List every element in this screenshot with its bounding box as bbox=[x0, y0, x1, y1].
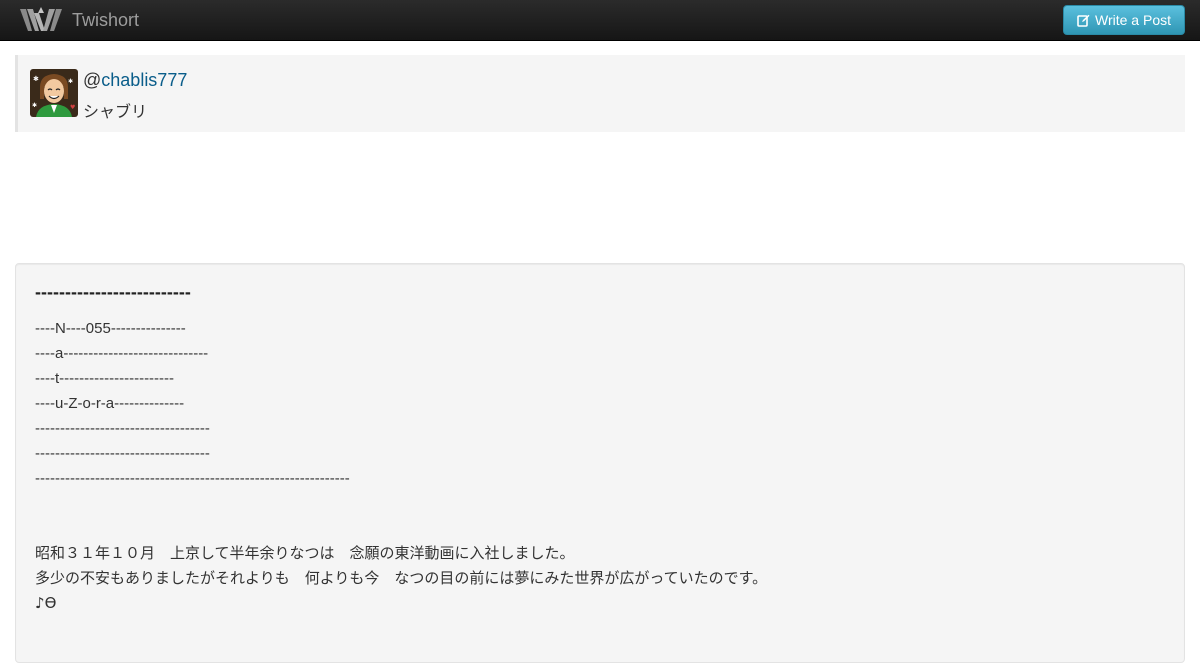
post-line: ----N----055--------------- bbox=[35, 320, 186, 337]
post-line: ----------------------------------- bbox=[35, 445, 210, 462]
at-sign: @ bbox=[83, 70, 102, 90]
top-navbar: Twishort Write a Post bbox=[0, 0, 1200, 41]
write-post-label: Write a Post bbox=[1095, 12, 1171, 28]
author-display-name: シャブリ bbox=[83, 102, 148, 121]
post-heading: -------------------------- bbox=[35, 282, 191, 302]
post-body: ----N----055--------------- ----a-------… bbox=[35, 316, 767, 616]
edit-icon bbox=[1077, 14, 1090, 27]
author-card: ✱ ✱ ♥ ✱ @chablis777 シャブリ bbox=[15, 55, 1185, 132]
svg-text:✱: ✱ bbox=[33, 75, 39, 83]
post-line: ----------------------------------- bbox=[35, 420, 210, 437]
post-line: 昭和３１年１０月 上京して半年余りなつは 念願の東洋動画に入社しました。 bbox=[35, 544, 575, 562]
write-post-button[interactable]: Write a Post bbox=[1063, 5, 1185, 35]
post-line: ♪Ѳ bbox=[35, 594, 57, 612]
post-line: ----a----------------------------- bbox=[35, 345, 209, 362]
svg-text:✱: ✱ bbox=[68, 78, 73, 85]
post-line: ----u-Z-o-r-a-------------- bbox=[35, 395, 185, 412]
brand-home-link[interactable]: Twishort bbox=[18, 4, 139, 36]
post-line: 多少の不安もありましたがそれよりも 何よりも今 なつの目の前には夢にみた世界が広… bbox=[35, 569, 768, 587]
twishort-logo-icon bbox=[20, 7, 62, 31]
post-line-blank bbox=[35, 491, 767, 516]
brand-name: Twishort bbox=[72, 9, 140, 30]
post-line: ----t----------------------- bbox=[35, 370, 175, 387]
post-content: -------------------------- ----N----055-… bbox=[15, 263, 1185, 663]
author-handle: @chablis777 bbox=[83, 70, 187, 91]
svg-text:✱: ✱ bbox=[32, 102, 37, 109]
avatar[interactable]: ✱ ✱ ♥ ✱ bbox=[30, 69, 78, 117]
svg-text:♥: ♥ bbox=[70, 104, 75, 111]
post-line: ----------------------------------------… bbox=[35, 470, 350, 487]
username-link[interactable]: chablis777 bbox=[101, 70, 187, 90]
post-line-blank bbox=[35, 516, 767, 541]
